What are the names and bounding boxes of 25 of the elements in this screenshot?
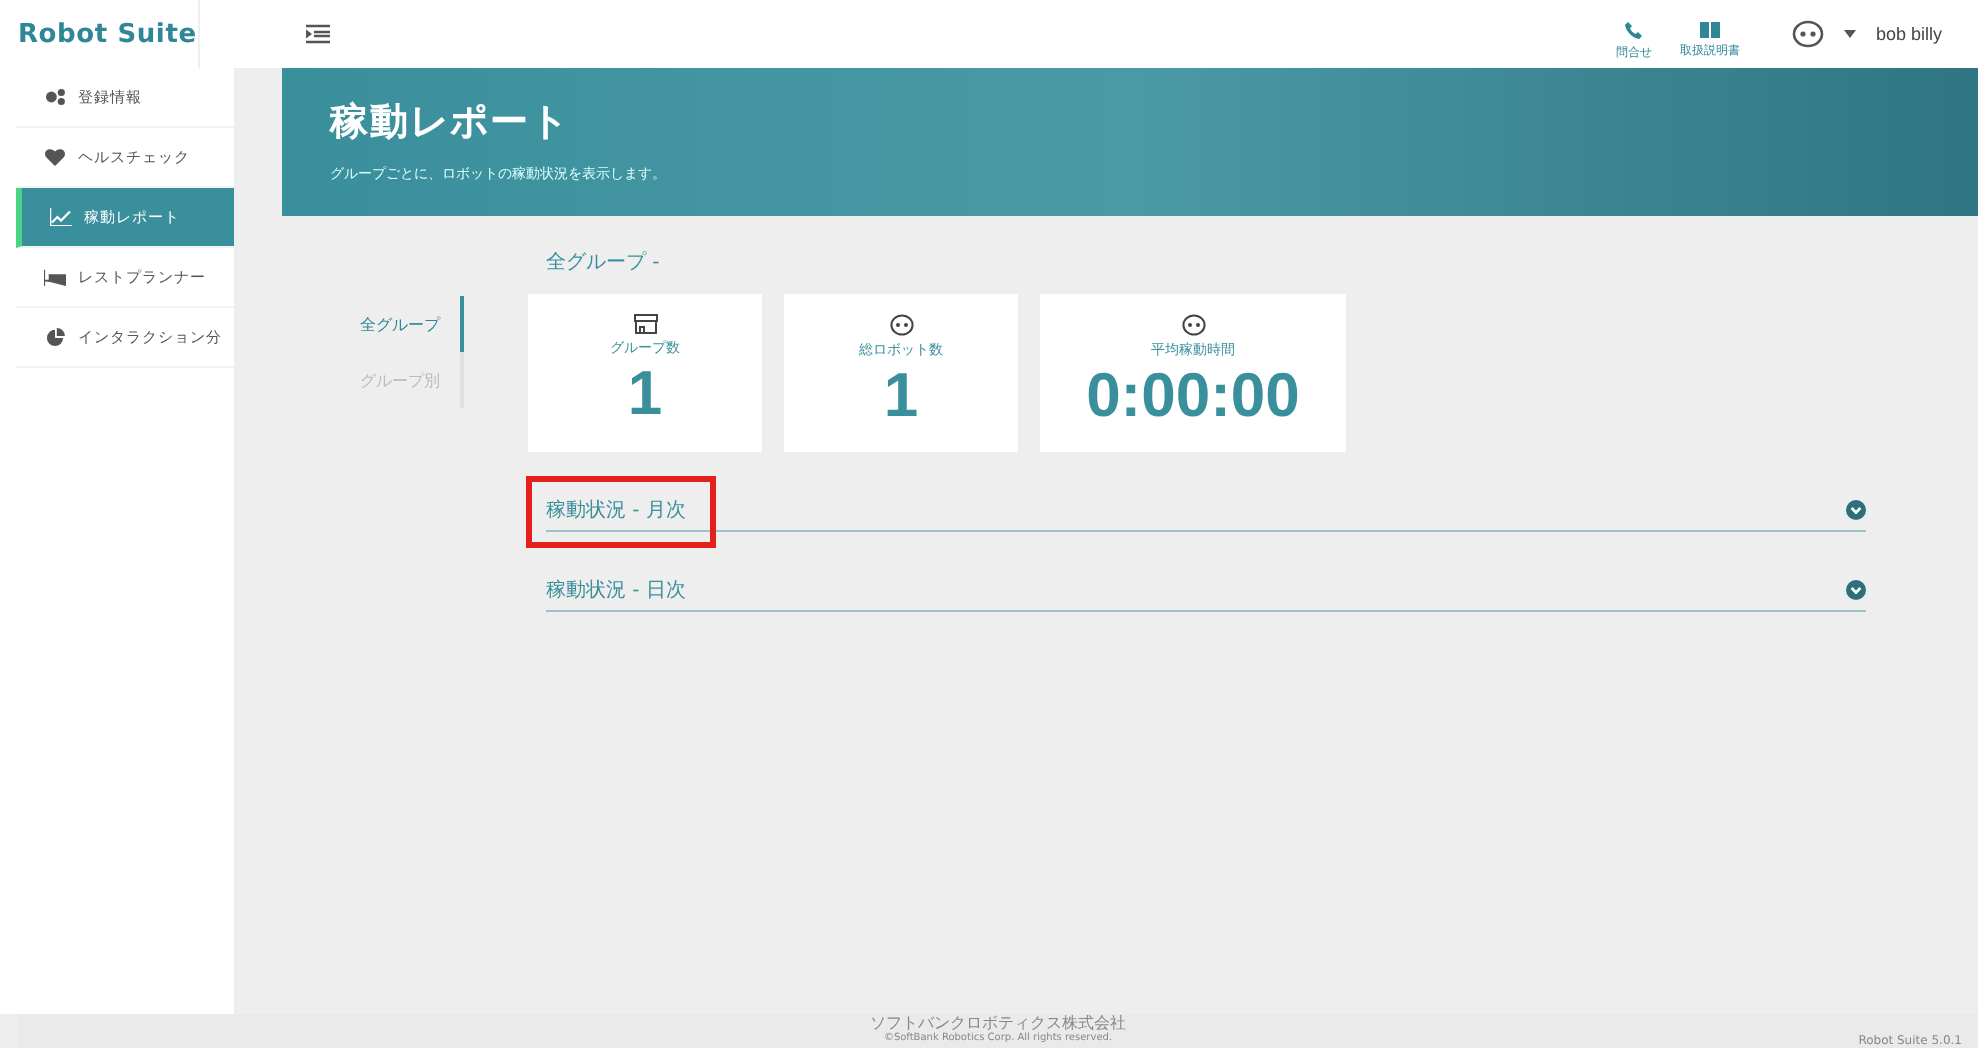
book-icon[interactable]	[1699, 21, 1720, 37]
stat-value: 1	[627, 362, 663, 426]
robot-avatar-icon[interactable]	[1791, 20, 1824, 48]
store-icon	[633, 314, 657, 334]
menu-icon[interactable]	[306, 24, 330, 44]
pie-chart-icon	[44, 328, 66, 346]
robot-face-icon	[1181, 314, 1205, 336]
line-chart-icon	[50, 208, 72, 226]
page-title: 稼動レポート	[330, 98, 572, 148]
caret-icon[interactable]	[1843, 30, 1856, 38]
accordion-header[interactable]: 稼動状況 - 月次	[546, 480, 1866, 532]
chevron-down-icon[interactable]	[1846, 579, 1866, 599]
robot-face-icon	[889, 314, 913, 336]
stat-value: 0:00:00	[1086, 364, 1300, 428]
heart-icon	[44, 148, 66, 166]
phone-icon[interactable]	[1623, 19, 1644, 39]
company-name: ソフトバンクロボティクス株式会社	[870, 1014, 1126, 1032]
section-title: 全グループ -	[546, 249, 662, 276]
gears-icon	[44, 88, 66, 106]
user-name[interactable]: bob billy	[1875, 24, 1942, 44]
bed-icon	[44, 268, 66, 286]
chevron-down-icon[interactable]	[1846, 499, 1866, 519]
stat-value: 1	[883, 364, 919, 428]
accordion-header[interactable]: 稼動状況 - 日次	[546, 560, 1866, 612]
group-tab[interactable]: 全グループ	[330, 296, 464, 352]
